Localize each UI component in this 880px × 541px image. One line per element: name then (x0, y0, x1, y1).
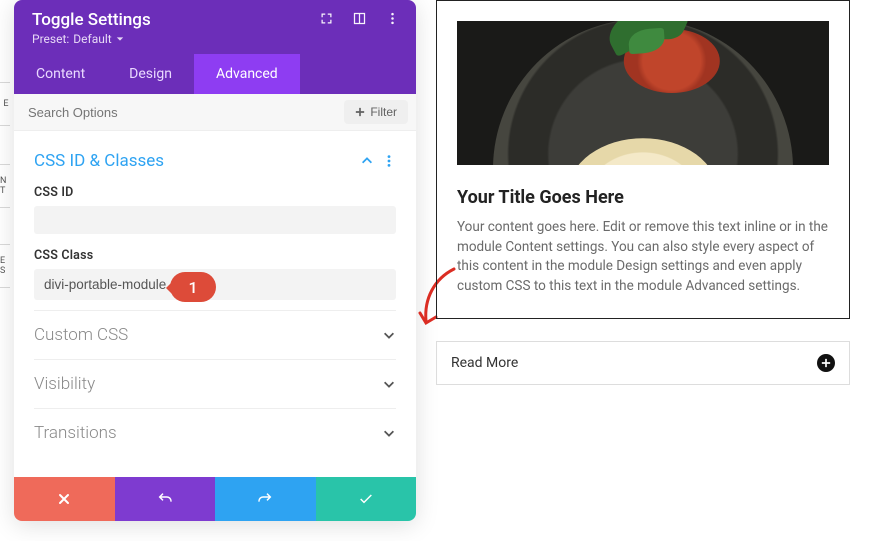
preview-body[interactable]: Your content goes here. Edit or remove t… (457, 218, 829, 296)
redo-button[interactable] (215, 477, 316, 521)
filter-button[interactable]: Filter (344, 100, 408, 124)
callout-number: 1 (188, 278, 197, 297)
search-bar: Filter (14, 94, 416, 131)
chevron-down-icon (382, 377, 396, 391)
more-icon[interactable] (382, 154, 396, 168)
tab-design[interactable]: Design (107, 54, 194, 94)
preset-value: Default (73, 32, 111, 46)
bg-panel-sliver-2: N T (0, 164, 10, 208)
callout-badge: 1 (170, 272, 216, 302)
tab-advanced[interactable]: Advanced (194, 54, 300, 94)
section-header-css-id-classes[interactable]: CSS ID & Classes (34, 151, 396, 171)
toggle-readmore[interactable]: Read More (436, 341, 850, 385)
section-title: Transitions (34, 423, 117, 443)
css-id-label: CSS ID (34, 185, 396, 200)
save-button[interactable] (316, 477, 417, 521)
preview-image (457, 21, 829, 165)
section-title: Custom CSS (34, 325, 128, 345)
plus-circle-icon (817, 354, 835, 372)
preview-title[interactable]: Your Title Goes Here (457, 187, 829, 208)
preview-area: Your Title Goes Here Your content goes h… (436, 0, 850, 385)
section-title: CSS ID & Classes (34, 151, 164, 171)
filter-label: Filter (370, 105, 397, 119)
chevron-up-icon (360, 154, 374, 168)
css-id-input[interactable] (34, 206, 396, 234)
preview-card: Your Title Goes Here Your content goes h… (436, 0, 850, 319)
chevron-down-icon (382, 426, 396, 440)
cancel-button[interactable] (14, 477, 115, 521)
columns-icon[interactable] (352, 11, 367, 29)
plus-icon (355, 107, 365, 117)
bg-panel-sliver-1: E (0, 82, 10, 126)
preset-label: Preset: (32, 32, 69, 46)
chevron-down-icon (382, 328, 396, 342)
bg-panel-sliver-3: E S (0, 244, 10, 288)
search-input[interactable] (14, 95, 344, 130)
section-title: Visibility (34, 374, 95, 394)
undo-button[interactable] (115, 477, 216, 521)
section-transitions[interactable]: Transitions (34, 408, 396, 457)
panel-header[interactable]: Toggle Settings Preset: Default (14, 0, 416, 54)
panel-footer (14, 477, 416, 521)
panel-body: CSS ID & Classes CSS ID CSS Class Custom… (14, 131, 416, 477)
preset-dropdown[interactable]: Preset: Default (32, 32, 400, 46)
more-icon[interactable] (385, 11, 400, 29)
panel-tabs: Content Design Advanced (14, 54, 416, 94)
panel-title: Toggle Settings (32, 10, 151, 30)
readmore-label: Read More (451, 355, 518, 371)
chevron-down-icon (116, 35, 124, 43)
settings-panel: Toggle Settings Preset: Default Content … (14, 0, 416, 521)
css-class-label: CSS Class (34, 248, 396, 263)
section-custom-css[interactable]: Custom CSS (34, 310, 396, 359)
tab-content[interactable]: Content (14, 54, 107, 94)
expand-icon[interactable] (319, 11, 334, 29)
section-visibility[interactable]: Visibility (34, 359, 396, 408)
